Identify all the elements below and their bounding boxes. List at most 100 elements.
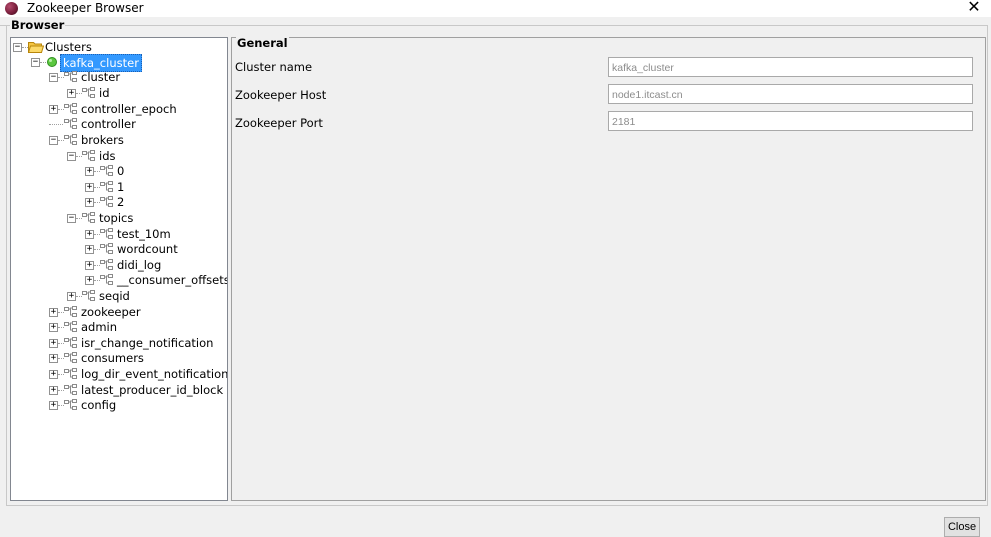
folder-open-icon xyxy=(27,41,45,53)
znode-icon xyxy=(64,321,78,333)
collapse-icon[interactable]: − xyxy=(49,136,58,145)
collapse-icon[interactable]: − xyxy=(67,152,76,161)
znode-icon xyxy=(82,150,96,162)
tree-item-label: Clusters xyxy=(45,40,92,54)
tree-item-controller-epoch[interactable]: + controller_epoch xyxy=(11,101,225,117)
collapse-icon[interactable]: − xyxy=(67,214,76,223)
tree-item-didi-log[interactable]: + didi_log xyxy=(11,257,225,273)
general-group-label: General xyxy=(236,36,289,50)
cluster-name-field[interactable]: kafka_cluster xyxy=(608,57,973,77)
tree-item-seqid[interactable]: + seqid xyxy=(11,288,225,304)
tree-item-latest-producer-id-block[interactable]: + latest_producer_id_block xyxy=(11,382,225,398)
tree-item-label: 1 xyxy=(117,180,125,194)
znode-icon xyxy=(64,103,78,115)
expand-icon[interactable]: + xyxy=(85,230,94,239)
znode-icon xyxy=(82,290,96,302)
expand-icon[interactable]: + xyxy=(49,370,58,379)
tree-connector xyxy=(49,124,63,125)
tree-item-test-10m[interactable]: + test_10m xyxy=(11,226,225,242)
tree-item-broker-0[interactable]: +0 xyxy=(11,163,225,179)
expand-icon[interactable]: + xyxy=(85,261,94,270)
tree-item-label: cluster xyxy=(81,70,121,84)
tree-item-topics[interactable]: − topics xyxy=(11,210,225,226)
expand-icon[interactable]: + xyxy=(49,401,58,410)
znode-icon xyxy=(64,134,78,146)
znode-icon xyxy=(82,212,96,224)
tree-item-label: admin xyxy=(81,320,118,334)
tree-item-label: brokers xyxy=(81,133,124,147)
znode-icon xyxy=(64,399,78,411)
tree-item-wordcount[interactable]: + wordcount xyxy=(11,241,225,257)
tree-item-config[interactable]: + config xyxy=(11,397,225,413)
zookeeper-host-field[interactable]: node1.itcast.cn xyxy=(608,84,973,104)
tree-item-label: consumers xyxy=(81,351,144,365)
browser-group-label: Browser xyxy=(10,18,66,32)
tree-item-admin[interactable]: + admin xyxy=(11,319,225,335)
title-bar: Zookeeper Browser ✕ xyxy=(0,0,991,17)
collapse-icon[interactable]: − xyxy=(13,43,22,52)
tree-item-isr-change-notification[interactable]: + isr_change_notification xyxy=(11,335,225,351)
tree-item-label: isr_change_notification xyxy=(81,336,214,350)
tree-item-label: 0 xyxy=(117,164,125,178)
expand-icon[interactable]: + xyxy=(49,386,58,395)
collapse-icon[interactable]: − xyxy=(49,73,58,82)
expand-icon[interactable]: + xyxy=(85,245,94,254)
window-title: Zookeeper Browser xyxy=(27,1,144,15)
expand-icon[interactable]: + xyxy=(67,89,76,98)
zookeeper-port-field[interactable]: 2181 xyxy=(608,111,973,131)
tree-item-log-dir-event-notification[interactable]: + log_dir_event_notification xyxy=(11,366,228,382)
zookeeper-port-label: Zookeeper Port xyxy=(235,116,323,130)
znode-icon xyxy=(64,118,78,130)
tree-root-clusters[interactable]: − Clusters xyxy=(11,39,225,55)
tree-item-label: controller_epoch xyxy=(81,102,177,116)
window-close-icon[interactable]: ✕ xyxy=(964,0,984,16)
expand-icon[interactable]: + xyxy=(49,354,58,363)
znode-icon xyxy=(64,71,78,83)
expand-icon[interactable]: + xyxy=(49,323,58,332)
znode-icon xyxy=(64,337,78,349)
connected-status-icon xyxy=(46,56,60,68)
expand-icon[interactable]: + xyxy=(85,276,94,285)
cluster-tree[interactable]: − Clusters − kafka_cluster − cluster + id + contr… xyxy=(10,37,228,501)
tree-item-consumers[interactable]: + consumers xyxy=(11,350,225,366)
znode-icon xyxy=(82,87,96,99)
expand-icon[interactable]: + xyxy=(49,339,58,348)
tree-item-label: config xyxy=(81,398,117,412)
tree-item-broker-2[interactable]: +2 xyxy=(11,194,225,210)
expand-icon[interactable]: + xyxy=(85,167,94,176)
tree-item-label: latest_producer_id_block xyxy=(81,383,224,397)
tree-item-label: seqid xyxy=(99,289,130,303)
znode-icon xyxy=(100,165,114,177)
tree-item-label: 2 xyxy=(117,195,125,209)
tree-item-consumer-offsets[interactable]: + __consumer_offsets xyxy=(11,272,228,288)
tree-item-controller[interactable]: controller xyxy=(11,116,225,132)
expand-icon[interactable]: + xyxy=(67,292,76,301)
tree-item-label: didi_log xyxy=(117,258,162,272)
tree-item-broker-1[interactable]: +1 xyxy=(11,179,225,195)
expand-icon[interactable]: + xyxy=(85,183,94,192)
znode-icon xyxy=(64,384,78,396)
tree-item-label: zookeeper xyxy=(81,305,141,319)
close-button[interactable]: Close xyxy=(944,517,980,537)
expand-icon[interactable]: + xyxy=(49,308,58,317)
tree-item-cluster[interactable]: − cluster xyxy=(11,69,225,85)
znode-icon xyxy=(64,352,78,364)
tree-item-ids[interactable]: − ids xyxy=(11,148,225,164)
general-panel xyxy=(231,37,986,501)
tree-item-zookeeper[interactable]: + zookeeper xyxy=(11,304,225,320)
tree-item-label: test_10m xyxy=(117,227,171,241)
expand-icon[interactable]: + xyxy=(49,105,58,114)
znode-icon xyxy=(100,228,114,240)
tree-item-brokers[interactable]: − brokers xyxy=(11,132,225,148)
tree-item-label: __consumer_offsets xyxy=(117,273,228,287)
zookeeper-host-label: Zookeeper Host xyxy=(235,88,327,102)
znode-icon xyxy=(100,181,114,193)
znode-icon xyxy=(100,274,114,286)
tree-item-label: log_dir_event_notification xyxy=(81,367,228,381)
tree-item-kafka-cluster[interactable]: − kafka_cluster xyxy=(11,54,225,72)
tree-item-id[interactable]: + id xyxy=(11,85,225,101)
expand-icon[interactable]: + xyxy=(85,198,94,207)
collapse-icon[interactable]: − xyxy=(31,58,40,67)
tree-item-label: controller xyxy=(81,117,136,131)
znode-icon xyxy=(100,196,114,208)
